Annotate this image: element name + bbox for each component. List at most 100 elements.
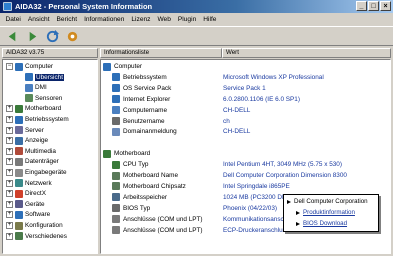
row-icon: [103, 62, 111, 71]
tree-item-datentr-ger[interactable]: + Datenträger: [6, 157, 59, 166]
expand-icon[interactable]: +: [6, 179, 13, 187]
title-bar[interactable]: AIDA32 - Personal System Information _ □…: [0, 0, 393, 13]
list-row[interactable]: CPU Typ Intel Pentium 4HT, 3049 MHz (5.75…: [101, 160, 390, 169]
column-header-field[interactable]: Informationsliste: [100, 48, 222, 58]
expand-icon[interactable]: +: [6, 232, 13, 240]
list-row[interactable]: Computername CH-DELL: [101, 106, 390, 115]
menu-web[interactable]: Web: [154, 16, 174, 23]
tree-node-icon: [15, 157, 23, 166]
list-row[interactable]: Motherboard Name Dell Computer Corporatio…: [101, 171, 390, 180]
app-window: AIDA32 - Personal System Information _ □…: [0, 0, 393, 256]
value-cell: CH-DELL: [223, 106, 251, 114]
toolbar: [0, 26, 393, 46]
menu-hilfe[interactable]: Hilfe: [200, 16, 220, 23]
tree-item-anzeige[interactable]: + Anzeige: [6, 136, 48, 145]
list-row[interactable]: Domainanmeldung CH-DELL: [101, 127, 390, 136]
tree-header: AIDA32 v3.75: [2, 48, 98, 58]
tree-item-konfiguration[interactable]: + Konfiguration: [6, 221, 63, 230]
tree-item-betriebssystem[interactable]: + Betriebssystem: [6, 115, 69, 124]
forward-arrow-icon: [29, 31, 36, 41]
tree-node-icon: [15, 221, 23, 230]
tree-item-eingabeger-te[interactable]: + Eingabegeräte: [6, 168, 67, 177]
tree-item-label: Software: [25, 211, 51, 219]
menu-lizenz[interactable]: Lizenz: [128, 16, 154, 23]
refresh-button[interactable]: [44, 29, 60, 44]
value-cell: Dell Computer Corporation Dimension 8300: [223, 172, 347, 179]
tree-item-label: Server: [25, 126, 44, 134]
list-row[interactable]: OS Service Pack Service Pack 1: [101, 84, 390, 93]
menu-bericht[interactable]: Bericht: [53, 16, 81, 23]
tree-item-computer[interactable]: − Computer: [6, 62, 53, 71]
value-cell: Intel Pentium 4HT, 3049 MHz (5.75 x 530): [223, 161, 342, 169]
app-icon: [3, 2, 12, 11]
window-controls: _ □ ×: [356, 1, 391, 11]
favorites-button[interactable]: [64, 29, 80, 44]
field-label: Anschlüsse (COM und LPT): [123, 226, 203, 234]
field-cell: Benutzername: [112, 117, 165, 125]
expand-icon[interactable]: +: [6, 200, 13, 208]
tree-item-ger-te[interactable]: + Geräte: [6, 200, 45, 209]
menu-bar: Datei Ansicht Bericht Informationen Lizenz We…: [0, 14, 393, 25]
tree-item-motherboard[interactable]: + Motherboard: [6, 104, 61, 113]
close-button[interactable]: ×: [380, 1, 391, 11]
navigation-tree[interactable]: − Computer Übersicht DMI Sensoren + Motherboar…: [2, 59, 98, 254]
expand-icon[interactable]: +: [6, 116, 13, 123]
list-section[interactable]: Computer: [101, 62, 390, 71]
list-row[interactable]: Betriebssystem Microsoft Windows XP Profe…: [101, 73, 390, 82]
tree-node-icon: [15, 210, 23, 219]
tree-item-verschiedenes[interactable]: + Verschiedenes: [6, 232, 67, 241]
tree-node-icon: [15, 179, 23, 188]
tree-item--bersicht[interactable]: Übersicht: [25, 73, 64, 82]
product-info-link[interactable]: Produktinformation: [296, 209, 355, 216]
row-icon: [112, 215, 120, 224]
tree-item-dmi[interactable]: DMI: [25, 83, 47, 92]
field-label: Benutzername: [123, 117, 165, 125]
menu-plugin[interactable]: Plugin: [174, 16, 199, 23]
list-row[interactable]: Benutzername ch: [101, 117, 390, 126]
expand-icon[interactable]: +: [6, 158, 13, 166]
row-icon: [112, 84, 120, 93]
expand-icon[interactable]: +: [6, 137, 13, 145]
tree-node-icon: [25, 83, 33, 92]
tree-item-label: DirectX: [25, 190, 46, 198]
list-row[interactable]: Internet Explorer 6.0.2800.1106 (IE 6.0 S…: [101, 95, 390, 104]
tree-item-label: Betriebssystem: [25, 116, 69, 123]
minimize-button[interactable]: _: [356, 1, 367, 11]
maximize-button[interactable]: □: [368, 1, 379, 11]
tree-item-label: Motherboard: [25, 105, 62, 113]
expand-icon[interactable]: +: [6, 169, 13, 176]
tree-node-icon: [15, 200, 23, 209]
value-cell: Service Pack 1: [223, 84, 266, 92]
back-arrow-icon: [8, 31, 15, 41]
tree-item-software[interactable]: + Software: [6, 210, 50, 219]
tree-item-directx[interactable]: + DirectX: [6, 189, 46, 198]
menu-datei[interactable]: Datei: [2, 16, 24, 23]
expand-icon[interactable]: +: [6, 222, 13, 229]
forward-arrow-button[interactable]: [24, 29, 40, 44]
field-cell: Internet Explorer: [112, 95, 170, 104]
list-row[interactable]: Motherboard Chipsatz Intel Springdale i86…: [101, 182, 390, 191]
row-icon: [112, 73, 120, 82]
expand-icon[interactable]: +: [6, 190, 13, 198]
field-cell: Anschlüsse (COM und LPT): [112, 215, 203, 224]
expand-icon[interactable]: +: [6, 105, 13, 113]
field-label: Motherboard: [114, 150, 151, 158]
expand-icon[interactable]: +: [6, 147, 13, 155]
tree-item-sensoren[interactable]: Sensoren: [25, 94, 62, 103]
expand-icon[interactable]: +: [6, 211, 13, 219]
column-header-value[interactable]: Wert: [222, 48, 391, 58]
tree-item-multimedia[interactable]: + Multimedia: [6, 147, 56, 156]
menu-informationen[interactable]: Informationen: [81, 16, 128, 23]
tree-item-netzwerk[interactable]: + Netzwerk: [6, 179, 52, 188]
list-section[interactable]: Motherboard: [101, 149, 390, 158]
bios-download-link[interactable]: BIOS Download: [296, 220, 347, 227]
tree-item-server[interactable]: + Server: [6, 126, 44, 135]
tree-node-icon: [15, 189, 23, 198]
menu-ansicht[interactable]: Ansicht: [24, 16, 53, 23]
field-label: Computername: [123, 106, 168, 114]
expand-icon[interactable]: +: [6, 126, 13, 134]
back-arrow-button[interactable]: [4, 29, 20, 44]
collapse-icon[interactable]: −: [6, 63, 13, 70]
field-label: CPU Typ: [123, 161, 149, 169]
row-icon: [112, 204, 120, 213]
